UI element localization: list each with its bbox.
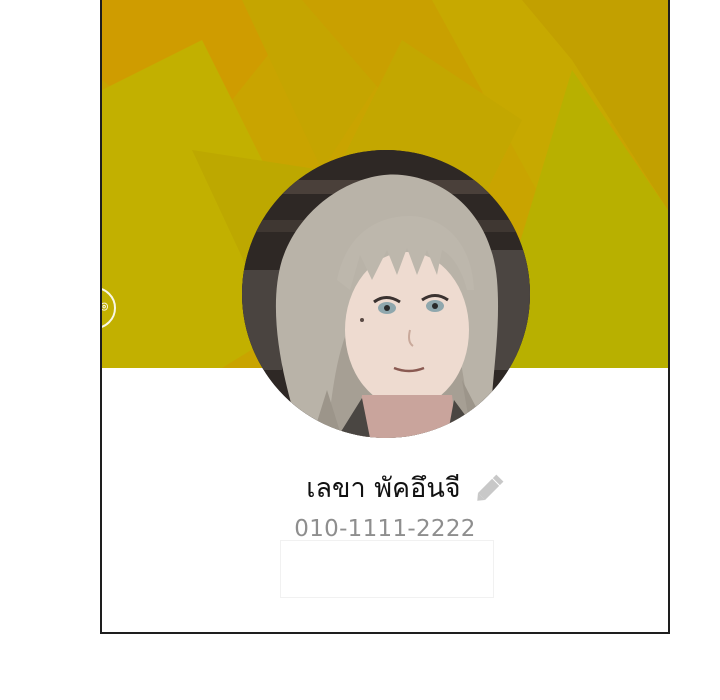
phone-number: 010-1111-2222 [294, 516, 476, 542]
profile-name: เลขา พัคอึนจี [306, 473, 461, 504]
pencil-icon[interactable] [472, 470, 508, 506]
name-row: เลขา พัคอึนจี [102, 466, 668, 509]
status-message-field[interactable] [280, 540, 494, 598]
camera-icon: ⌾ [102, 300, 108, 315]
profile-screen: ⌾ เลขา [100, 0, 670, 634]
avatar[interactable] [242, 150, 530, 438]
avatar-image [242, 150, 530, 438]
